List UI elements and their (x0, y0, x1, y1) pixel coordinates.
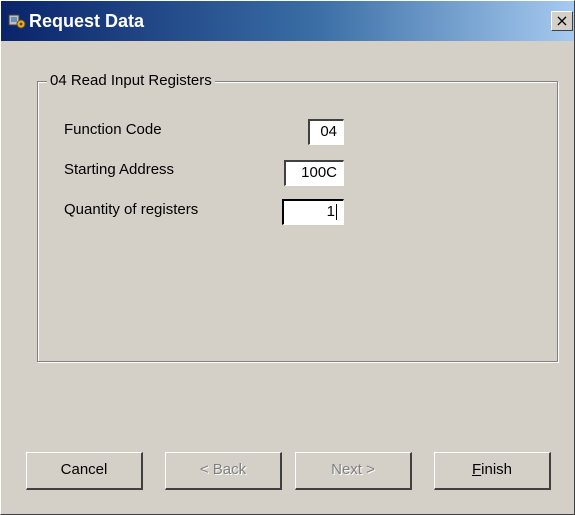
next-button[interactable]: Next > (295, 452, 412, 490)
starting-address-label: Starting Address (64, 161, 175, 178)
starting-address-field[interactable]: 100C (284, 160, 344, 186)
back-button[interactable]: < Back (165, 452, 282, 490)
close-button[interactable]: × (551, 11, 573, 31)
request-data-dialog: Request Data × 04 Read Input Registers F… (0, 0, 575, 515)
quantity-field[interactable]: 1 (282, 199, 344, 225)
finish-label: inish (481, 461, 513, 478)
title-bar[interactable]: Request Data × (1, 1, 574, 42)
group-legend: 04 Read Input Registers (47, 72, 215, 89)
function-code-value: 04 (320, 123, 337, 140)
text-caret (336, 204, 337, 221)
quantity-label: Quantity of registers (64, 201, 199, 218)
app-icon[interactable] (8, 13, 26, 29)
window-title: Request Data (29, 11, 145, 31)
starting-address-value: 100C (301, 164, 337, 181)
cancel-button[interactable]: Cancel (26, 452, 143, 490)
quantity-value: 1 (326, 203, 335, 220)
finish-accelerator: F (471, 461, 482, 478)
function-code-field[interactable]: 04 (308, 119, 344, 145)
function-code-label: Function Code (64, 121, 162, 138)
finish-button[interactable]: Finish (434, 452, 551, 490)
close-icon: × (555, 11, 569, 30)
